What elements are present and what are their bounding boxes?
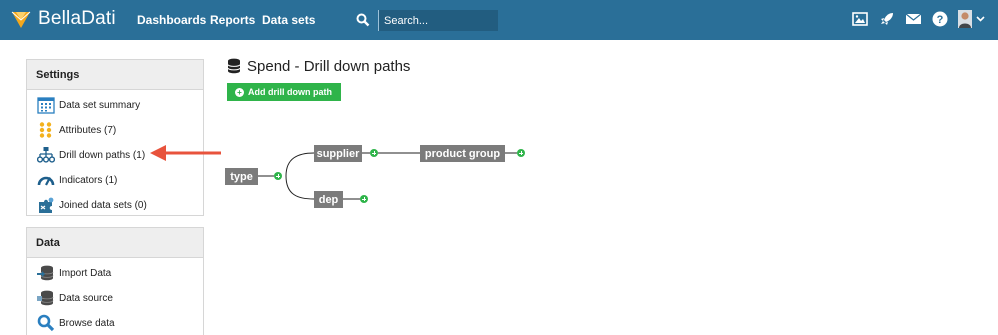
add-child-supplier-button[interactable]	[370, 149, 378, 157]
add-child-dep-button[interactable]	[360, 195, 368, 203]
drill-node-supplier[interactable]: supplier	[314, 145, 362, 162]
add-child-root-button[interactable]	[274, 172, 282, 180]
drill-node-type[interactable]: type	[225, 168, 258, 185]
drill-tree-connectors	[258, 152, 517, 200]
drill-node-dep[interactable]: dep	[314, 191, 343, 208]
add-child-product-group-button[interactable]	[517, 149, 525, 157]
drill-node-product-group[interactable]: product group	[420, 145, 505, 162]
